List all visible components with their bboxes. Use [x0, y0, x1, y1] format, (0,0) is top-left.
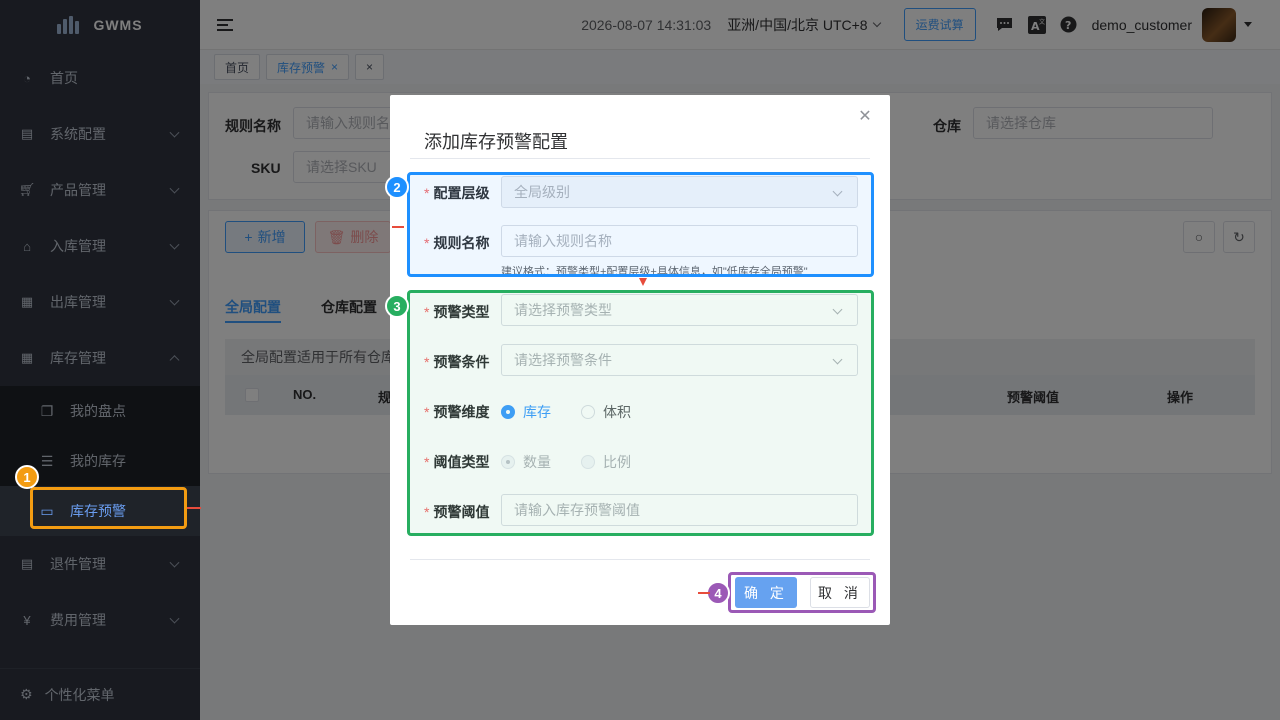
annotation-badge-1: 1 [15, 465, 39, 489]
annotation-box-1 [30, 487, 187, 529]
annotation-box-3 [407, 290, 874, 536]
divider [410, 559, 870, 560]
annotation-arrow [392, 226, 404, 228]
dialog-title: 添加库存预警配置 [424, 132, 568, 152]
annotation-badge-2: 2 [385, 175, 409, 199]
annotation-arrow [698, 592, 710, 594]
annotation-arrow [187, 507, 201, 509]
annotation-box-2 [407, 172, 874, 277]
annotation-badge-3: 3 [385, 294, 409, 318]
annotation-box-4 [728, 572, 876, 613]
close-icon[interactable]: ✕ [858, 109, 872, 125]
annotation-arrow-down [639, 278, 647, 286]
divider [410, 158, 870, 159]
